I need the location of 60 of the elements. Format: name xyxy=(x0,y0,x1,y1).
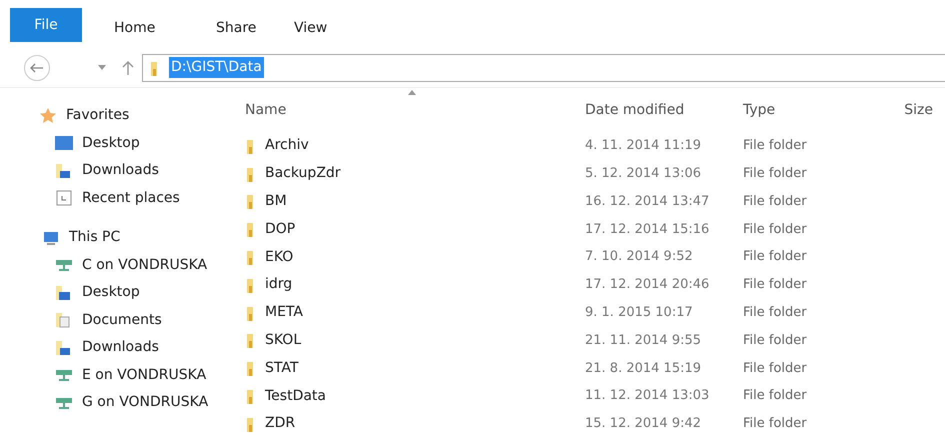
star-icon xyxy=(38,106,58,126)
file-type: File folder xyxy=(743,360,808,378)
recent-locations-icon[interactable] xyxy=(98,65,106,70)
file-type: File folder xyxy=(743,248,808,266)
file-type: File folder xyxy=(743,276,808,294)
sidebar-item[interactable]: C on VONDRUSKA xyxy=(54,252,240,279)
date-modified: 11. 12. 2014 13:03 xyxy=(585,387,710,406)
up-arrow-icon[interactable] xyxy=(122,60,134,76)
date-modified: 5. 12. 2014 13:06 xyxy=(585,164,702,183)
sort-arrow-icon xyxy=(408,90,416,95)
date-modified: 16. 12. 2014 13:47 xyxy=(585,192,710,211)
address-path: D:\GIST\Data xyxy=(169,57,264,78)
file-name[interactable]: EKO xyxy=(265,246,294,268)
file-name[interactable]: Archiv xyxy=(265,135,309,156)
ribbon-tab[interactable]: View xyxy=(294,8,364,48)
file-name[interactable]: BackupZdr xyxy=(265,163,341,184)
file-type: File folder xyxy=(743,137,808,156)
file-name[interactable]: META xyxy=(265,302,303,324)
date-modified: 17. 12. 2014 15:16 xyxy=(585,220,710,239)
ribbon-tab[interactable]: Home xyxy=(114,8,216,48)
date-modified: 15. 12. 2014 9:42 xyxy=(585,415,702,434)
sidebar-item[interactable]: Downloads xyxy=(54,334,240,362)
file-type: File folder xyxy=(743,332,808,350)
column-header[interactable]: Size xyxy=(903,100,945,120)
sidebar-item[interactable]: Documents xyxy=(54,306,240,334)
sidebar-item[interactable]: G on VONDRUSKA xyxy=(54,389,240,416)
file-type: File folder xyxy=(743,415,808,434)
sidebar-item[interactable]: Recent places xyxy=(54,184,240,212)
ribbon-tab[interactable]: Share xyxy=(216,8,294,48)
clock-icon xyxy=(54,188,74,208)
file-name[interactable]: SKOL xyxy=(265,330,302,351)
date-modified: 21. 8. 2014 15:19 xyxy=(585,360,702,378)
file-name[interactable]: TestData xyxy=(265,386,326,407)
date-modified: 17. 12. 2014 20:46 xyxy=(585,276,710,294)
column-header[interactable]: Date modified xyxy=(585,100,743,120)
file-name[interactable]: DOP xyxy=(265,218,296,240)
column-header[interactable]: Name xyxy=(245,100,585,120)
file-type: File folder xyxy=(743,387,808,406)
file-name[interactable]: idrg xyxy=(265,274,292,296)
file-type: File folder xyxy=(743,220,808,239)
file-name[interactable]: STAT xyxy=(265,358,298,379)
sidebar-group-header[interactable]: This PC xyxy=(41,224,240,252)
date-modified: 9. 1. 2015 10:17 xyxy=(585,304,694,322)
file-type: File folder xyxy=(743,164,808,183)
sidebar-item[interactable]: Downloads xyxy=(54,157,240,184)
file-name[interactable]: BM xyxy=(265,190,287,212)
date-modified: 21. 11. 2014 9:55 xyxy=(585,332,702,350)
sidebar-group-header[interactable]: Favorites xyxy=(38,102,240,130)
file-name[interactable]: ZDR xyxy=(265,413,296,434)
back-arrow-icon xyxy=(30,62,44,72)
file-type: File folder xyxy=(743,304,808,322)
date-modified: 7. 10. 2014 9:52 xyxy=(585,248,694,266)
file-menu-button[interactable]: File xyxy=(10,8,82,42)
sidebar-item[interactable]: Desktop xyxy=(54,279,240,306)
back-button[interactable] xyxy=(24,54,50,80)
date-modified: 4. 11. 2014 11:19 xyxy=(585,137,702,156)
column-header[interactable]: Type xyxy=(743,100,903,120)
sidebar-item[interactable]: E on VONDRUSKA xyxy=(54,362,240,389)
file-type: File folder xyxy=(743,192,808,211)
sidebar-item[interactable]: Desktop xyxy=(54,130,240,157)
